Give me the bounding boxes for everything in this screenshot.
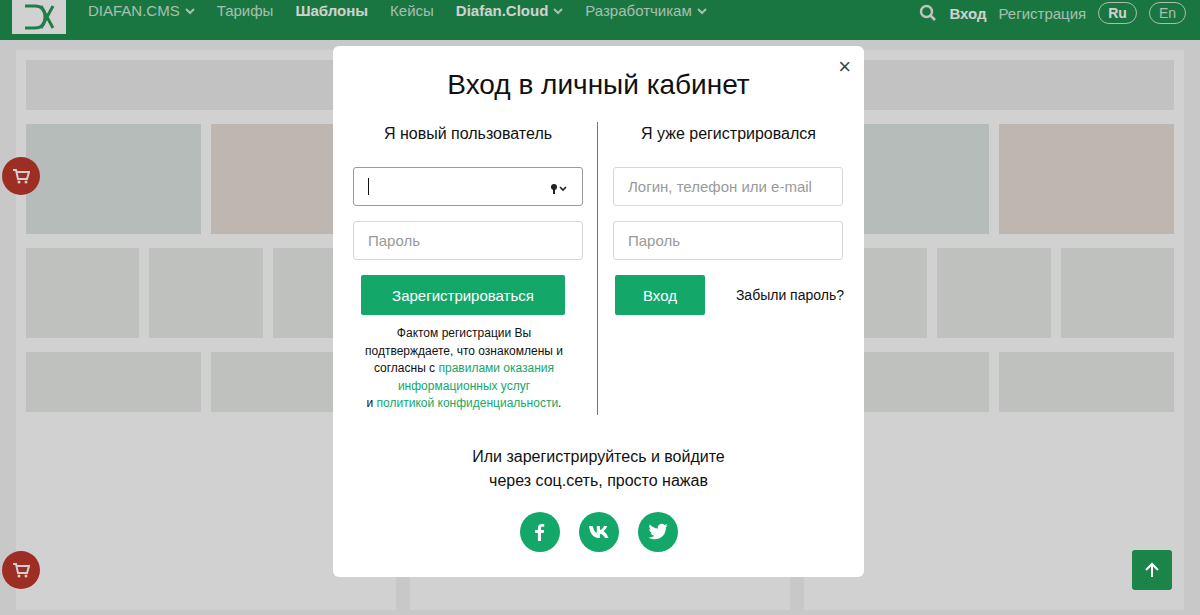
register-column: Я новый пользователь Пароль Зарегистрирова… <box>333 122 598 415</box>
register-button[interactable]: Зарегистрироваться <box>361 275 565 315</box>
facebook-icon[interactable] <box>520 512 560 552</box>
terms-link[interactable]: правилами оказания информационных услуг <box>398 361 554 393</box>
terms-text: Фактом регистрации Вы подтверждаете, что… <box>353 325 583 413</box>
text-field[interactable]: Логин, телефон или e-mail <box>613 167 843 206</box>
close-button[interactable]: × <box>838 54 851 80</box>
modal-title: Вход в личный кабинет <box>333 68 864 102</box>
key-icon[interactable] <box>550 181 568 199</box>
text-field[interactable] <box>353 167 583 206</box>
text-field[interactable]: Пароль <box>613 221 843 260</box>
vk-icon[interactable] <box>579 512 619 552</box>
privacy-link[interactable]: политикой конфиденциальности <box>377 396 558 410</box>
twitter-icon[interactable] <box>638 512 678 552</box>
text-caret <box>368 178 369 195</box>
login-button[interactable]: Вход <box>615 275 705 315</box>
scroll-up-icon[interactable] <box>1132 550 1172 590</box>
text-field[interactable]: Пароль <box>353 221 583 260</box>
social-text: Или зарегистрируйтесь и войдитечерез соц… <box>333 445 864 493</box>
column-heading: Я уже регистрировался <box>613 122 844 155</box>
page: DIAFAN.CMS Тарифы Шаблоны Кейсы Diafan.C… <box>0 0 1200 615</box>
forgot-password-link[interactable]: Забыли пароль? <box>736 287 844 303</box>
column-heading: Я новый пользователь <box>353 122 583 155</box>
login-column: Я уже регистрировался Логин, телефон или … <box>598 122 864 415</box>
login-modal: ×Вход в личный кабинет Я новый пользовате… <box>333 46 864 577</box>
